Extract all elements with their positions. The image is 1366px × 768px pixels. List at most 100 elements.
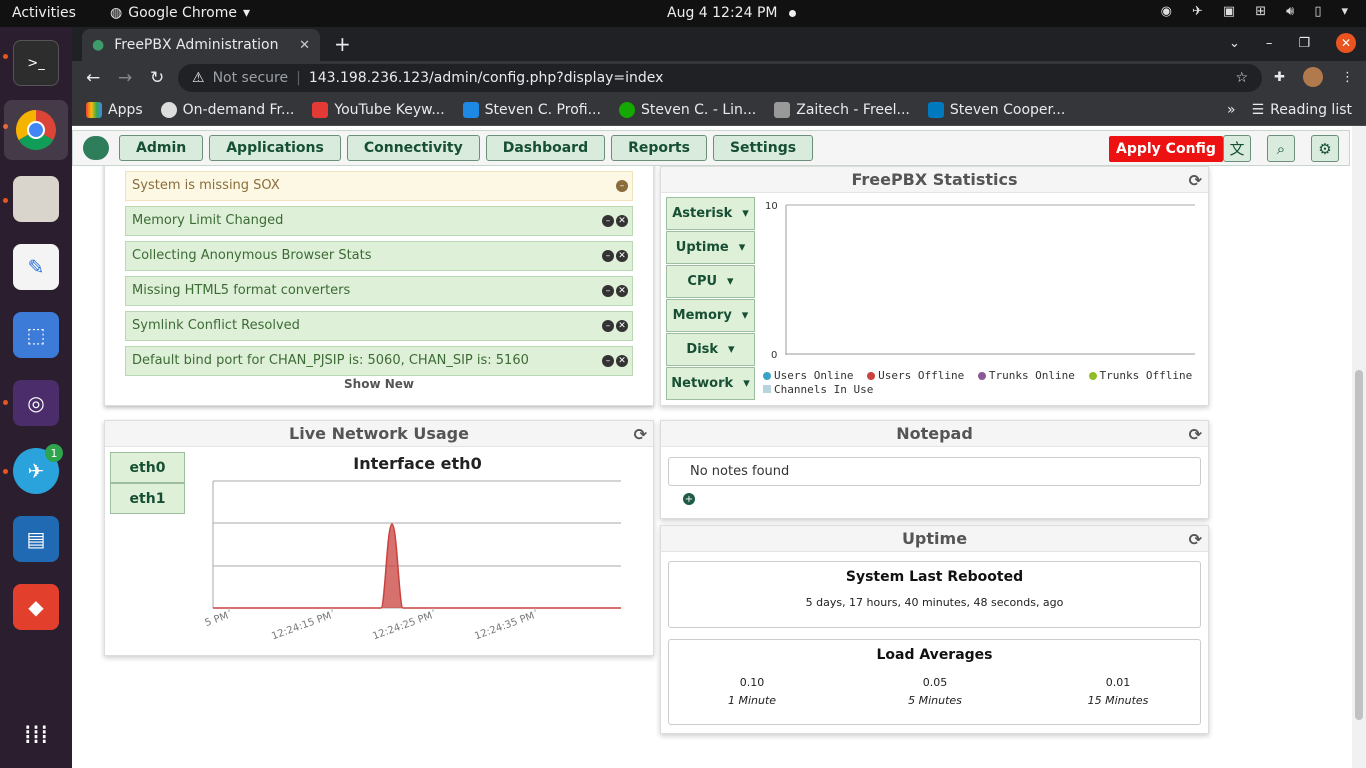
maximize-icon[interactable]: ❐ xyxy=(1298,36,1310,51)
collapse-icon[interactable]: – xyxy=(602,355,614,367)
ubuntu-dock: >_ ✎ ⬚ ◎ ✈ 1 ▤ ◆ ⁞⁞⁞ xyxy=(0,27,72,768)
load-15min: 0.01 15 Minutes xyxy=(1035,676,1201,707)
freepbx-logo-icon[interactable] xyxy=(83,136,109,160)
os-top-bar: Activities ◍ Google Chrome ▾ Aug 4 12:24… xyxy=(0,0,1366,27)
stat-button-memory[interactable]: Memory ▾ xyxy=(666,299,755,332)
bookmark-item[interactable]: On-demand Fr... xyxy=(160,102,294,118)
nav-connectivity[interactable]: Connectivity xyxy=(346,135,480,161)
bookmark-item[interactable]: YouTube Keyw... xyxy=(312,102,445,118)
collapse-icon[interactable]: – xyxy=(602,320,614,332)
dismiss-icon[interactable]: ✕ xyxy=(616,215,628,227)
dismiss-icon[interactable]: ✕ xyxy=(616,320,628,332)
bookmark-item[interactable]: Steven Cooper... xyxy=(927,102,1065,118)
close-window-icon[interactable]: ✕ xyxy=(1336,33,1356,53)
collapse-icon[interactable]: – xyxy=(602,285,614,297)
gear-icon[interactable]: ⚙ xyxy=(1311,135,1339,162)
notice-item[interactable]: Symlink Conflict Resolved – ✕ xyxy=(125,311,633,341)
stat-button-asterisk[interactable]: Asterisk ▾ xyxy=(666,197,755,230)
language-icon[interactable]: 文 xyxy=(1223,135,1251,162)
reload-icon[interactable]: ↻ xyxy=(150,68,164,88)
back-icon[interactable]: ← xyxy=(86,68,100,88)
menu-kebab-icon[interactable]: ⋮ xyxy=(1341,70,1354,85)
network-icon[interactable]: ⊞ xyxy=(1255,4,1266,19)
toolbar-right: ✚ ⋮ xyxy=(1274,67,1354,87)
notice-item[interactable]: System is missing SOX – xyxy=(125,171,633,201)
dismiss-icon[interactable]: ✕ xyxy=(616,355,628,367)
legend-item[interactable]: Trunks Online xyxy=(977,369,1075,382)
nav-dashboard[interactable]: Dashboard xyxy=(485,135,606,161)
bookmark-item[interactable]: Steven C. Profi... xyxy=(462,102,601,118)
bookmark-item[interactable]: Zaitech - Freel... xyxy=(774,102,910,118)
terminal-icon[interactable]: >_ xyxy=(13,40,59,86)
notice-item[interactable]: Memory Limit Changed – ✕ xyxy=(125,206,633,236)
apply-config-button[interactable]: Apply Config xyxy=(1109,136,1223,162)
app-menu[interactable]: ◍ Google Chrome ▾ xyxy=(110,5,250,21)
clock[interactable]: Aug 4 12:24 PM xyxy=(667,5,797,21)
extensions-icon[interactable]: ✚ xyxy=(1274,70,1285,85)
bookmark-star-icon[interactable]: ☆ xyxy=(1235,70,1248,86)
new-tab-icon[interactable]: + xyxy=(334,32,351,56)
video-recorder-icon[interactable]: ◎ xyxy=(13,380,59,426)
nav-applications[interactable]: Applications xyxy=(209,135,341,161)
tab-search-icon[interactable]: ⌄ xyxy=(1229,36,1240,51)
chevron-down-icon[interactable]: ▾ xyxy=(1341,4,1348,19)
dismiss-icon[interactable]: ✕ xyxy=(616,285,628,297)
notice-item[interactable]: Collecting Anonymous Browser Stats – ✕ xyxy=(125,241,633,271)
minimize-icon[interactable]: – xyxy=(1266,36,1273,51)
bookmark-item[interactable]: Steven C. - Lin... xyxy=(618,102,756,118)
collapse-icon[interactable]: – xyxy=(602,250,614,262)
nav-settings[interactable]: Settings xyxy=(712,135,814,161)
refresh-icon[interactable]: ⟳ xyxy=(634,422,647,448)
dismiss-icon[interactable]: ✕ xyxy=(616,250,628,262)
battery-icon[interactable]: ▯ xyxy=(1314,4,1321,19)
close-tab-icon[interactable]: ✕ xyxy=(299,38,310,53)
bookmark-label: Zaitech - Freel... xyxy=(796,102,910,118)
stat-button-cpu[interactable]: CPU ▾ xyxy=(666,265,755,298)
chrome-tray-icon[interactable]: ◉ xyxy=(1161,4,1172,19)
search-icon[interactable]: ⌕ xyxy=(1267,135,1295,162)
notice-item[interactable]: Default bind port for CHAN_PJSIP is: 506… xyxy=(125,346,633,376)
nav-reports[interactable]: Reports xyxy=(611,135,707,161)
camera-icon[interactable]: ▣ xyxy=(1223,4,1235,19)
legend-label: Users Offline xyxy=(878,369,965,382)
interface-eth0[interactable]: eth0 xyxy=(110,452,185,483)
telegram-icon[interactable]: ✈ 1 xyxy=(13,444,63,494)
legend-item[interactable]: Channels In Use xyxy=(763,383,873,396)
collapse-icon[interactable]: – xyxy=(602,215,614,227)
bookmark-apps[interactable]: Apps xyxy=(86,102,143,118)
telegram-tray-icon[interactable]: ✈ xyxy=(1192,4,1203,19)
text-editor-icon[interactable]: ✎ xyxy=(13,244,59,290)
legend-item[interactable]: Users Offline xyxy=(867,369,964,382)
refresh-icon[interactable]: ⟳ xyxy=(1189,168,1202,194)
interface-eth1[interactable]: eth1 xyxy=(110,483,185,514)
refresh-icon[interactable]: ⟳ xyxy=(1189,527,1202,553)
add-note-icon[interactable]: + xyxy=(683,493,695,505)
volume-icon[interactable]: 🔊︎ xyxy=(1286,4,1294,19)
address-bar[interactable]: ⚠ Not secure | 143.198.236.123/admin/con… xyxy=(178,64,1262,92)
tab-freepbx[interactable]: ● FreePBX Administration ✕ xyxy=(82,29,320,61)
anydesk-icon[interactable]: ◆ xyxy=(13,584,59,630)
stat-button-uptime[interactable]: Uptime ▾ xyxy=(666,231,755,264)
refresh-icon[interactable]: ⟳ xyxy=(1189,422,1202,448)
page-scrollbar[interactable] xyxy=(1352,126,1366,768)
stat-button-network[interactable]: Network ▾ xyxy=(666,367,755,400)
nav-admin[interactable]: Admin xyxy=(119,135,204,161)
collapse-icon[interactable]: – xyxy=(616,180,628,192)
forward-icon[interactable]: → xyxy=(118,68,132,88)
activities-button[interactable]: Activities xyxy=(12,5,76,21)
show-new-link[interactable]: Show New xyxy=(105,377,653,391)
legend-item[interactable]: Trunks Offline xyxy=(1088,369,1192,382)
stat-button-disk[interactable]: Disk ▾ xyxy=(666,333,755,366)
files-icon[interactable] xyxy=(13,176,59,222)
profile-avatar[interactable] xyxy=(1303,67,1323,87)
legend-item[interactable]: Users Online xyxy=(763,369,853,382)
notice-item[interactable]: Missing HTML5 format converters – ✕ xyxy=(125,276,633,306)
show-apps-icon[interactable]: ⁞⁞⁞ xyxy=(13,712,59,758)
writer-icon[interactable]: ▤ xyxy=(13,516,59,562)
chrome-dock-item[interactable] xyxy=(4,100,68,160)
screenshot-icon[interactable]: ⬚ xyxy=(13,312,59,358)
handshake-icon xyxy=(774,102,791,118)
more-bookmarks-icon[interactable]: » xyxy=(1227,102,1236,118)
reading-list-button[interactable]: ☰ Reading list xyxy=(1252,102,1352,118)
scrollbar-thumb[interactable] xyxy=(1355,370,1363,720)
